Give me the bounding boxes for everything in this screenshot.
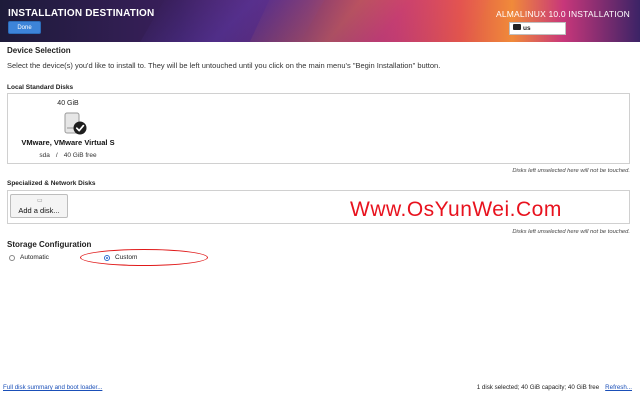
- disk-info: sda / 40 GiB free: [14, 152, 122, 159]
- radio-automatic-indicator[interactable]: [9, 254, 15, 261]
- disk-device: sda: [39, 152, 50, 159]
- disk-tile-sda[interactable]: 40 GiB VMware, VMware Virtual S sda / 40 G…: [14, 98, 122, 164]
- storage-config-heading: Storage Configuration: [7, 240, 92, 249]
- keyboard-layout-indicator[interactable]: us: [509, 22, 566, 35]
- done-button[interactable]: Done: [8, 21, 41, 34]
- radio-custom-indicator[interactable]: [104, 254, 110, 261]
- distro-title: ALMALINUX 10.0 INSTALLATION: [495, 9, 630, 19]
- footer-status: 1 disk selected; 40 GiB capacity; 40 GiB…: [477, 384, 632, 391]
- device-selection-heading: Device Selection: [7, 46, 71, 55]
- radio-custom[interactable]: Custom: [104, 254, 137, 261]
- local-disks-panel: 40 GiB VMware, VMware Virtual S sda / 40 G…: [7, 93, 630, 164]
- watermark-text: Www.OsYunWei.Com: [350, 198, 562, 221]
- network-disks-note: Disks left unselected here will not be t…: [512, 229, 630, 235]
- local-disks-heading: Local Standard Disks: [7, 84, 74, 91]
- header-decoration: [241, 0, 499, 42]
- network-disks-heading: Specialized & Network Disks: [7, 180, 96, 187]
- disk-name: VMware, VMware Virtual S: [21, 138, 115, 147]
- disk-free: 40 GiB free: [63, 152, 97, 159]
- device-selection-description: Select the device(s) you'd like to insta…: [7, 61, 441, 70]
- add-disk-icon: ▭: [37, 198, 43, 204]
- header-bar: INSTALLATION DESTINATION Done ALMALINUX …: [0, 0, 640, 42]
- radio-automatic-label: Automatic: [20, 254, 49, 261]
- hard-disk-icon: [64, 112, 87, 135]
- keyboard-layout-label: us: [523, 25, 531, 32]
- local-disks-note: Disks left unselected here will not be t…: [512, 168, 630, 174]
- selection-summary: 1 disk selected; 40 GiB capacity; 40 GiB…: [476, 384, 600, 391]
- refresh-link[interactable]: Refresh...: [605, 384, 632, 391]
- disk-summary-link[interactable]: Full disk summary and boot loader...: [3, 384, 102, 391]
- radio-automatic[interactable]: Automatic: [9, 254, 49, 261]
- keyboard-icon: [513, 24, 521, 31]
- disk-info-separator: /: [55, 152, 58, 159]
- annotation-ellipse: [80, 249, 208, 266]
- page-title: INSTALLATION DESTINATION: [8, 8, 155, 19]
- add-disk-label: Add a disk...: [18, 206, 60, 215]
- radio-custom-label: Custom: [115, 254, 138, 261]
- add-disk-button[interactable]: ▭ Add a disk...: [10, 194, 68, 218]
- disk-size: 40 GiB: [57, 100, 79, 107]
